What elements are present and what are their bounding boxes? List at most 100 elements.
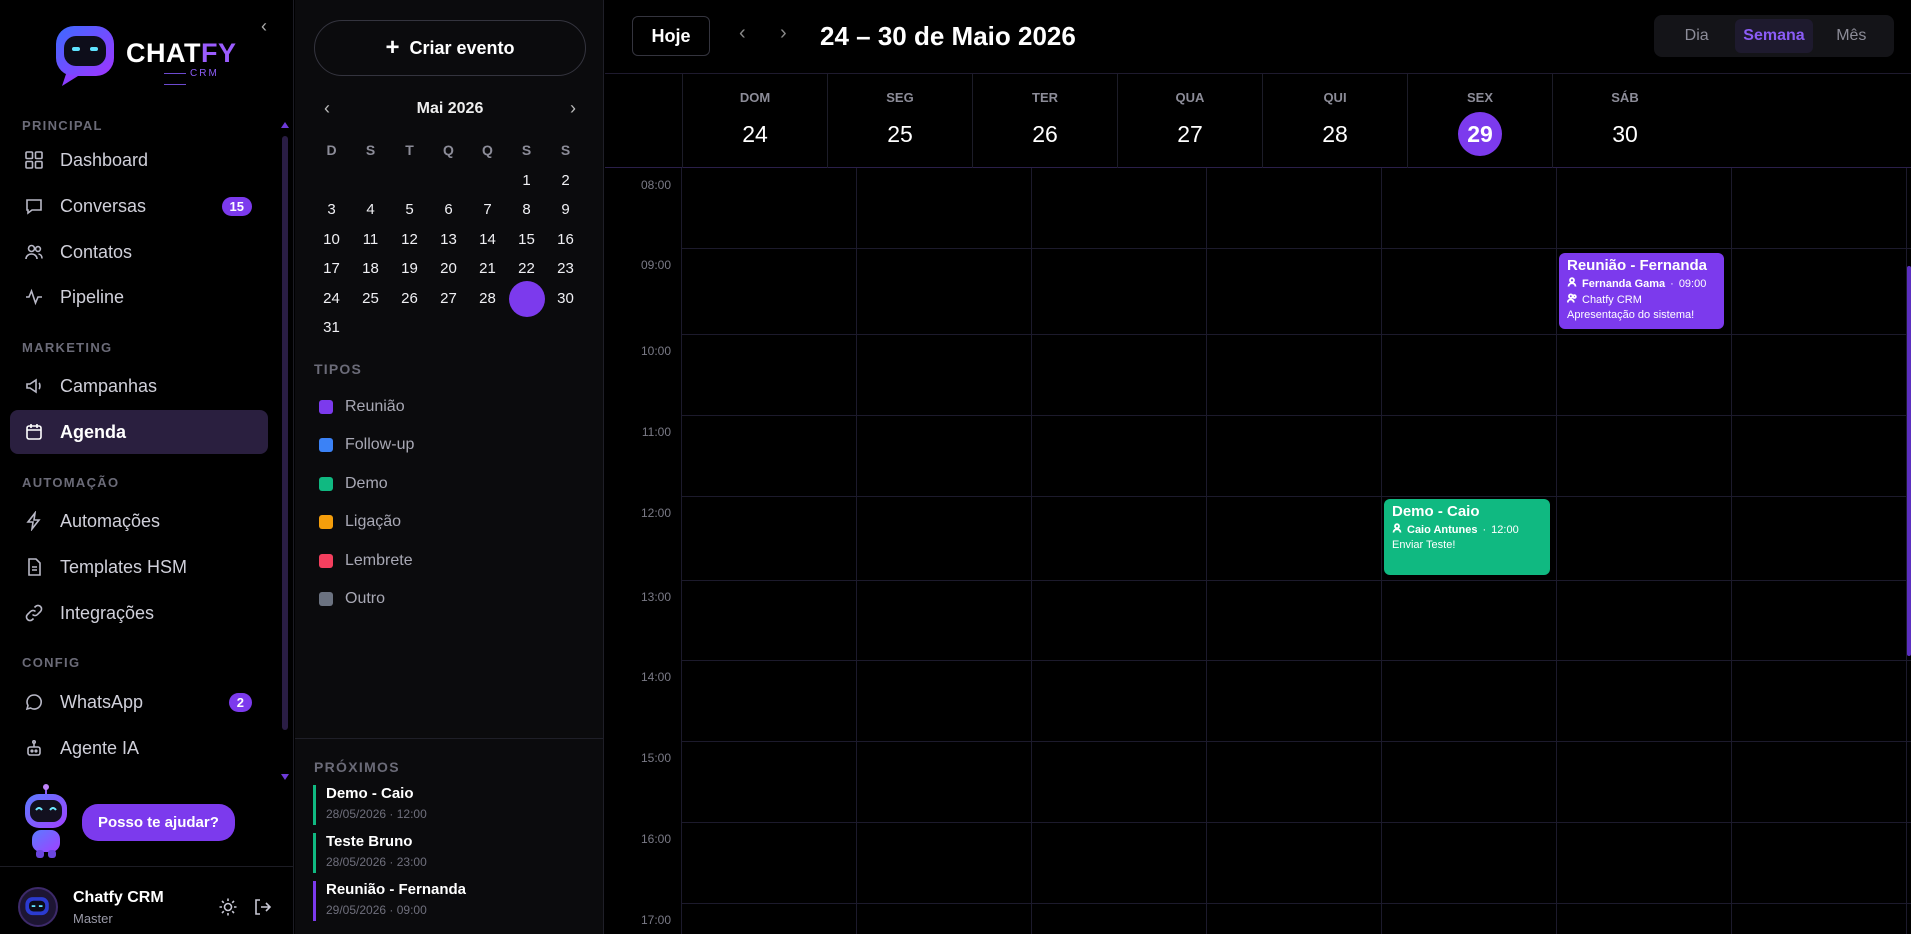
brand-name: CHATFY: [126, 38, 237, 68]
mini-day[interactable]: 22: [507, 254, 546, 283]
mini-day[interactable]: 12: [390, 225, 429, 254]
sidebar-scrollbar[interactable]: [281, 120, 289, 780]
day-of-week-label: QUA: [1175, 90, 1205, 105]
user-profile[interactable]: Chatfy CRM Master: [0, 866, 294, 934]
sidebar-item-campanhas[interactable]: Campanhas: [10, 364, 268, 408]
mini-day[interactable]: 21: [468, 254, 507, 283]
view-week-tab[interactable]: Semana: [1735, 19, 1813, 53]
day-header-qui[interactable]: QUI 28: [1262, 74, 1407, 168]
sidebar-item-agente-ia[interactable]: Agente IA: [10, 726, 268, 770]
mini-day[interactable]: 7: [468, 195, 507, 224]
mini-day[interactable]: 17: [312, 254, 351, 283]
sidebar-item-pipeline[interactable]: Pipeline: [10, 275, 268, 319]
prev-week-icon[interactable]: ‹: [739, 22, 746, 45]
chevron-left-icon[interactable]: ‹: [256, 16, 272, 36]
mini-day[interactable]: 28: [468, 284, 507, 313]
tipo-label: Demo: [345, 475, 388, 492]
mini-day[interactable]: 5: [390, 195, 429, 224]
mini-day[interactable]: 6: [429, 195, 468, 224]
mini-day-selected[interactable]: [507, 280, 546, 317]
sidebar-item-templates[interactable]: Templates HSM: [10, 545, 268, 589]
mini-day[interactable]: 31: [312, 313, 351, 342]
sidebar-item-automacoes[interactable]: Automações: [10, 499, 268, 543]
sidebar-item-contatos[interactable]: Contatos: [10, 230, 268, 274]
mini-next-month-icon[interactable]: ›: [570, 98, 576, 119]
view-day-tab[interactable]: Dia: [1658, 19, 1735, 53]
day-header-sex[interactable]: SEX 29: [1407, 74, 1552, 168]
upcoming-date: 29/05/2026 · 09:00: [326, 903, 427, 917]
upcoming-item[interactable]: Teste Bruno 28/05/2026 · 23:00: [313, 833, 427, 873]
mini-day[interactable]: 10: [312, 225, 351, 254]
upcoming-item[interactable]: Reunião - Fernanda 29/05/2026 · 09:00: [313, 881, 466, 921]
scroll-down-icon[interactable]: [281, 774, 289, 780]
mini-day[interactable]: 19: [390, 254, 429, 283]
sidebar-item-agenda[interactable]: Agenda: [10, 410, 268, 454]
mini-day[interactable]: 14: [468, 225, 507, 254]
sun-icon[interactable]: [218, 897, 238, 917]
sidebar-item-dashboard[interactable]: Dashboard: [10, 138, 268, 182]
scroll-thumb[interactable]: [1907, 266, 1911, 656]
sidebar-item-label: Agente IA: [60, 737, 140, 758]
mini-day[interactable]: 30: [546, 284, 585, 313]
mini-day[interactable]: 2: [546, 166, 585, 195]
logout-icon[interactable]: [252, 897, 272, 917]
event-card-demo[interactable]: Demo - Caio Caio Antunes · 12:00 Enviar Test…: [1384, 499, 1550, 575]
assistant-helper[interactable]: Posso te ajudar?: [20, 784, 260, 864]
day-header-sáb[interactable]: SÁB 30: [1552, 74, 1697, 168]
view-month-tab[interactable]: Mês: [1813, 19, 1890, 53]
mini-day[interactable]: 23: [546, 254, 585, 283]
sidebar-item-whatsapp[interactable]: WhatsApp 2: [10, 680, 268, 724]
tipo-label: Ligação: [345, 513, 402, 530]
day-header-ter[interactable]: TER 26: [972, 74, 1117, 168]
hour-line: [681, 741, 1911, 742]
tipo-outro[interactable]: Outro: [319, 590, 385, 608]
next-week-icon[interactable]: ›: [780, 22, 787, 45]
mini-day[interactable]: 20: [429, 254, 468, 283]
mini-day[interactable]: 4: [351, 195, 390, 224]
calendar-scrollbar[interactable]: [1907, 176, 1911, 890]
hour-line: [681, 248, 1911, 249]
sidebar-item-conversas[interactable]: Conversas 15: [10, 184, 268, 228]
day-header-dom[interactable]: DOM 24: [682, 74, 827, 168]
day-header-seg[interactable]: SEG 25: [827, 74, 972, 168]
mini-day[interactable]: 8: [507, 195, 546, 224]
tipo-reuniao[interactable]: Reunião: [319, 398, 405, 416]
profile-role: Master: [73, 911, 113, 926]
upcoming-item[interactable]: Demo - Caio 28/05/2026 · 12:00: [313, 785, 427, 825]
help-button[interactable]: Posso te ajudar?: [82, 804, 235, 841]
tipo-lembrete[interactable]: Lembrete: [319, 552, 413, 570]
mini-day[interactable]: 9: [546, 195, 585, 224]
mini-day[interactable]: 26: [390, 284, 429, 313]
scroll-up-icon[interactable]: [281, 122, 289, 128]
mini-day[interactable]: 11: [351, 225, 390, 254]
chat-icon: [24, 196, 44, 216]
sidebar-item-label: Agenda: [60, 421, 127, 442]
event-card-reuniao[interactable]: Reunião - Fernanda Fernanda Gama · 09:00 Cha…: [1559, 253, 1724, 329]
tipo-ligacao[interactable]: Ligação: [319, 513, 401, 531]
avatar[interactable]: [18, 887, 58, 927]
brand-logo[interactable]: CHATFY CRM: [52, 24, 242, 88]
mini-day[interactable]: 3: [312, 195, 351, 224]
mini-day[interactable]: 16: [546, 225, 585, 254]
mini-day[interactable]: 1: [507, 166, 546, 195]
mini-day: [390, 313, 429, 342]
tipo-demo[interactable]: Demo: [319, 475, 388, 493]
day-header-qua[interactable]: QUA 27: [1117, 74, 1262, 168]
mini-day[interactable]: 15: [507, 225, 546, 254]
day-column-line: [1206, 168, 1207, 934]
mini-day[interactable]: 18: [351, 254, 390, 283]
today-button[interactable]: Hoje: [632, 16, 710, 56]
sidebar-item-integracoes[interactable]: Integrações: [10, 591, 268, 635]
mini-day[interactable]: 27: [429, 284, 468, 313]
event-org: Chatfy CRM: [1582, 293, 1642, 306]
upcoming-panel: PRÓXIMOS Demo - Caio 28/05/2026 · 12:00 …: [295, 738, 604, 934]
mini-day: [507, 313, 546, 342]
create-event-button[interactable]: + Criar evento: [314, 20, 586, 76]
scroll-thumb[interactable]: [282, 136, 288, 730]
mini-day[interactable]: 25: [351, 284, 390, 313]
tipo-follow-up[interactable]: Follow-up: [319, 436, 414, 454]
view-switcher: Dia Semana Mês: [1654, 15, 1894, 57]
mini-day[interactable]: 13: [429, 225, 468, 254]
mini-week-row: 24 25 26 27 28 30: [312, 280, 588, 317]
mini-day[interactable]: 24: [312, 284, 351, 313]
